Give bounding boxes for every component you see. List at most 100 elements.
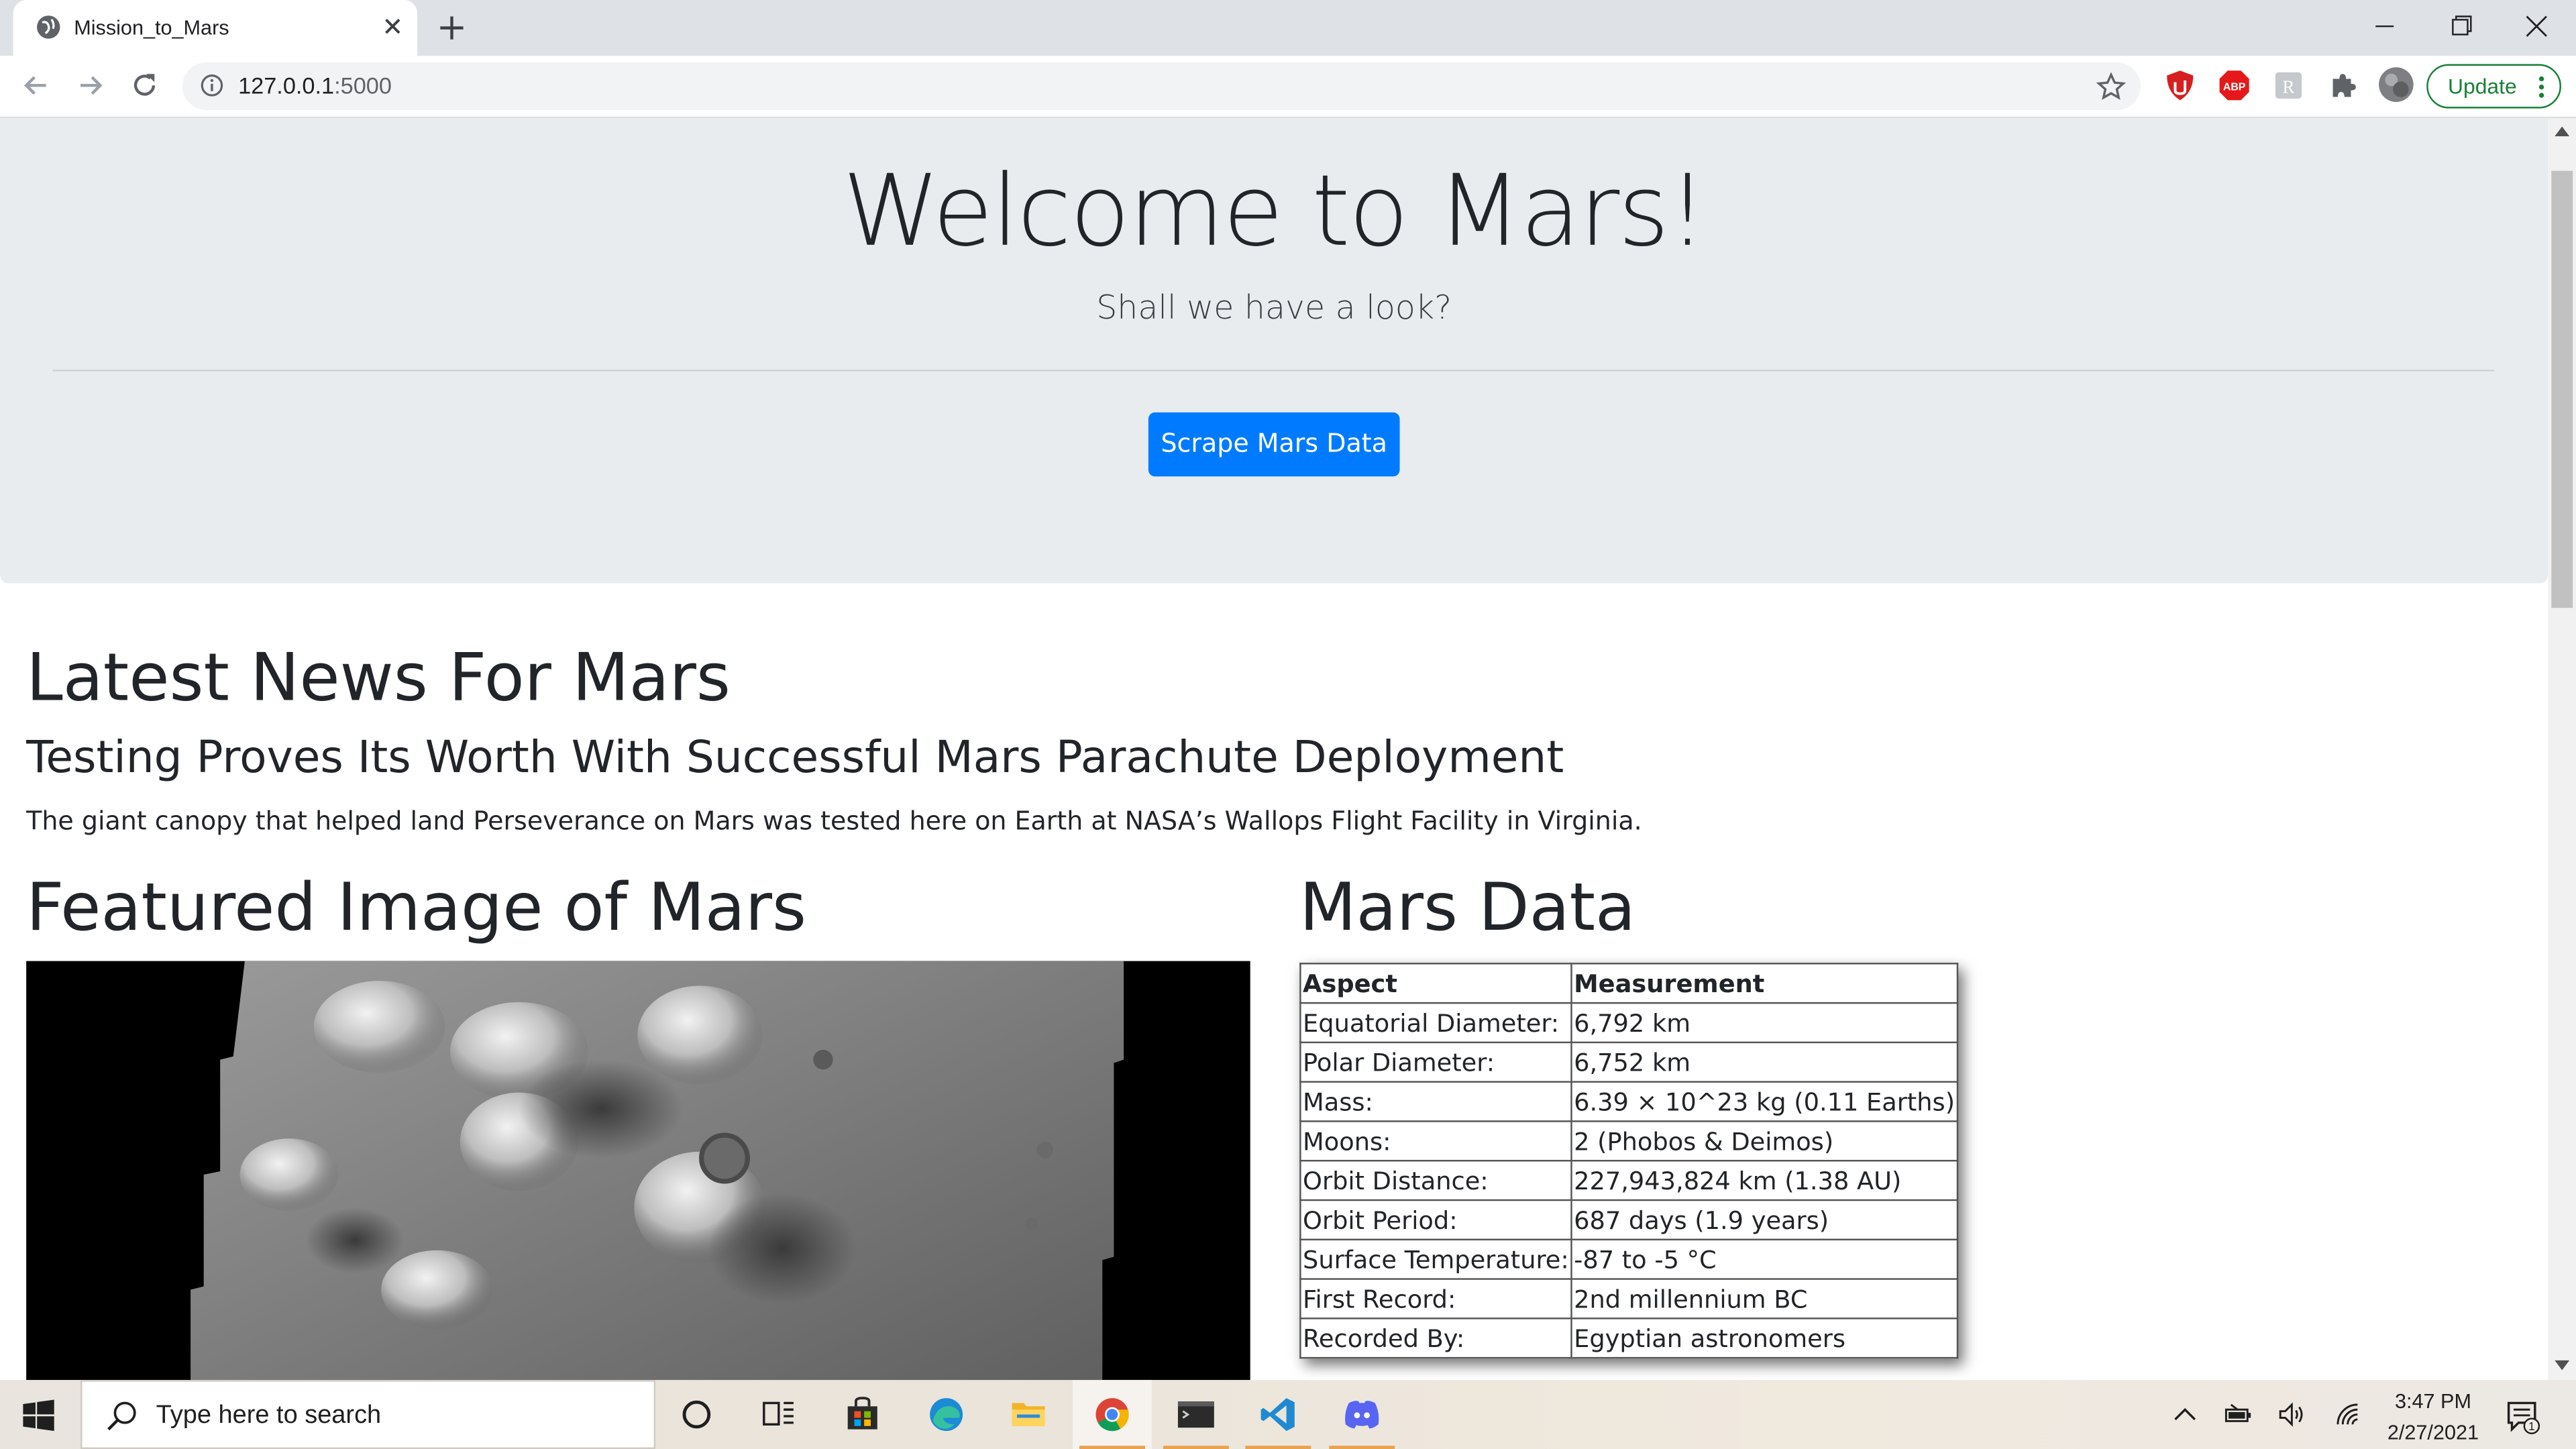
mars-facts-table: Aspect Measurement Equatorial Diameter: 6… <box>1299 963 1958 1359</box>
search-placeholder: Type here to search <box>156 1401 382 1430</box>
search-icon <box>107 1401 136 1431</box>
ublock-extension-icon[interactable] <box>2163 69 2196 102</box>
aspect-cell: Equatorial Diameter: <box>1299 1002 1572 1044</box>
aspect-cell: Orbit Distance: <box>1299 1159 1572 1201</box>
news-paragraph: The giant canopy that helped land Persev… <box>26 806 1642 837</box>
bookmark-star-icon[interactable] <box>2094 70 2127 103</box>
edge-app[interactable] <box>907 1380 986 1449</box>
edge-icon <box>930 1398 963 1432</box>
measurement-cell: 6,792 km <box>1570 1002 1958 1044</box>
table-row: Moons: 2 (Phobos & Deimos) <box>1299 1120 1958 1162</box>
browser-toolbar: 127.0.0.1:5000 ABP R Update <box>0 56 2576 119</box>
windows-taskbar: Type here to search 3:47 PM 2/27/2021 1 <box>0 1380 2576 1449</box>
tab-strip: Mission_to_Mars <box>0 0 2576 56</box>
svg-text:ABP: ABP <box>2223 82 2246 93</box>
table-row: Mass: 6.39 × 10^23 kg (0.11 Earths) <box>1299 1081 1958 1122</box>
folder-icon <box>1012 1403 1045 1426</box>
column-header: Aspect <box>1299 963 1572 1004</box>
page-title: Welcome to Mars! <box>842 154 1707 270</box>
clock-date: 2/27/2021 <box>2387 1421 2479 1444</box>
divider <box>52 370 2494 372</box>
back-arrow-icon[interactable] <box>19 69 52 102</box>
aspect-cell: First Record: <box>1299 1278 1572 1320</box>
svg-text:R: R <box>2282 76 2294 97</box>
chrome-icon <box>1095 1398 1129 1432</box>
page-scrollbar[interactable] <box>2548 118 2576 1381</box>
table-row: Recorded By: Egyptian astronomers <box>1299 1318 1958 1359</box>
news-heading: Latest News For Mars <box>26 641 731 716</box>
minimize-icon[interactable] <box>2359 7 2412 46</box>
task-view-button[interactable] <box>739 1380 818 1449</box>
measurement-cell: 227,943,824 km (1.38 AU) <box>1570 1159 1958 1201</box>
store-app[interactable] <box>823 1380 902 1449</box>
aspect-cell: Orbit Period: <box>1299 1199 1572 1240</box>
table-row: First Record: 2nd millennium BC <box>1299 1278 1958 1320</box>
table-row: Orbit Distance: 227,943,824 km (1.38 AU) <box>1299 1159 1958 1201</box>
notification-icon[interactable]: 1 <box>2506 1398 2542 1434</box>
measurement-cell: -87 to -5 °C <box>1570 1238 1958 1280</box>
cortana-icon <box>682 1400 711 1429</box>
extension-r-icon[interactable]: R <box>2272 69 2305 102</box>
new-tab-icon[interactable] <box>434 10 470 46</box>
aspect-cell: Mass: <box>1299 1081 1572 1122</box>
measurement-cell: 6.39 × 10^23 kg (0.11 Earths) <box>1570 1081 1958 1122</box>
featured-mars-image <box>26 961 1250 1381</box>
address-bar[interactable]: 127.0.0.1:5000 <box>182 62 2141 111</box>
battery-icon[interactable] <box>2222 1400 2252 1430</box>
news-title: Testing Proves Its Worth With Successful… <box>26 733 1564 784</box>
measurement-cell: 6,752 km <box>1570 1041 1958 1083</box>
lead-text: Shall we have a look? <box>1096 287 1452 327</box>
vscode-app[interactable] <box>1239 1380 1318 1449</box>
tab-title: Mission_to_Mars <box>74 16 229 40</box>
update-button[interactable]: Update <box>2426 64 2561 109</box>
browser-tab[interactable]: Mission_to_Mars <box>13 0 418 56</box>
url-text: 127.0.0.1:5000 <box>238 72 392 99</box>
reload-icon[interactable] <box>128 69 161 102</box>
kebab-menu-icon <box>2538 76 2544 98</box>
aspect-cell: Polar Diameter: <box>1299 1041 1572 1083</box>
screen: Mission_to_Mars 127.0.0.1:5000 ABP R Upd… <box>0 0 2576 1449</box>
system-clock[interactable]: 3:47 PM 2/27/2021 <box>2374 1387 2492 1449</box>
restore-icon[interactable] <box>2434 7 2487 46</box>
jumbotron: Welcome to Mars! Shall we have a look? S… <box>0 118 2548 584</box>
scrape-button[interactable]: Scrape Mars Data <box>1148 412 1400 477</box>
measurement-cell: Egyptian astronomers <box>1570 1318 1958 1359</box>
task-view-icon <box>763 1401 794 1426</box>
aspect-cell: Moons: <box>1299 1120 1572 1162</box>
puzzle-extensions-icon[interactable] <box>2326 69 2359 102</box>
terminal-app[interactable] <box>1157 1380 1236 1449</box>
page-viewport: Welcome to Mars! Shall we have a look? S… <box>0 118 2548 1381</box>
table-header-row: Aspect Measurement <box>1299 963 1958 1004</box>
table-row: Surface Temperature: -87 to -5 °C <box>1299 1238 1958 1280</box>
wifi-icon[interactable] <box>2333 1400 2363 1430</box>
measurement-cell: 2nd millennium BC <box>1570 1278 1958 1320</box>
table-row: Orbit Period: 687 days (1.9 years) <box>1299 1199 1958 1240</box>
update-label: Update <box>2448 74 2517 99</box>
scroll-up-arrow-icon[interactable] <box>2555 125 2570 137</box>
profile-avatar[interactable] <box>2377 66 2415 103</box>
chevron-up-icon[interactable] <box>2170 1400 2200 1430</box>
volume-icon[interactable] <box>2277 1400 2306 1430</box>
taskbar-search-box[interactable]: Type here to search <box>80 1380 656 1449</box>
chrome-app[interactable] <box>1073 1380 1152 1449</box>
aspect-cell: Surface Temperature: <box>1299 1238 1572 1280</box>
window-close-icon[interactable] <box>2510 7 2563 46</box>
cortana-button[interactable] <box>657 1380 737 1449</box>
terminal-icon <box>1177 1401 1214 1428</box>
discord-app[interactable] <box>1322 1380 1401 1449</box>
file-explorer-app[interactable] <box>989 1380 1068 1449</box>
info-icon[interactable] <box>201 74 223 97</box>
windows-start-icon[interactable] <box>23 1399 54 1432</box>
close-icon[interactable] <box>378 11 407 41</box>
mars-surface-image <box>26 961 1250 1381</box>
aspect-cell: Recorded By: <box>1299 1318 1572 1359</box>
measurement-cell: 2 (Phobos & Deimos) <box>1570 1120 1958 1162</box>
column-header: Measurement <box>1570 963 1958 1004</box>
table-row: Equatorial Diameter: 6,792 km <box>1299 1002 1958 1044</box>
scroll-down-arrow-icon[interactable] <box>2555 1360 2570 1372</box>
adblock-plus-icon[interactable]: ABP <box>2218 69 2251 102</box>
measurement-cell: 687 days (1.9 years) <box>1570 1199 1958 1240</box>
vscode-icon <box>1260 1398 1295 1432</box>
forward-arrow-icon[interactable] <box>74 69 107 102</box>
scroll-thumb[interactable] <box>2551 170 2573 608</box>
